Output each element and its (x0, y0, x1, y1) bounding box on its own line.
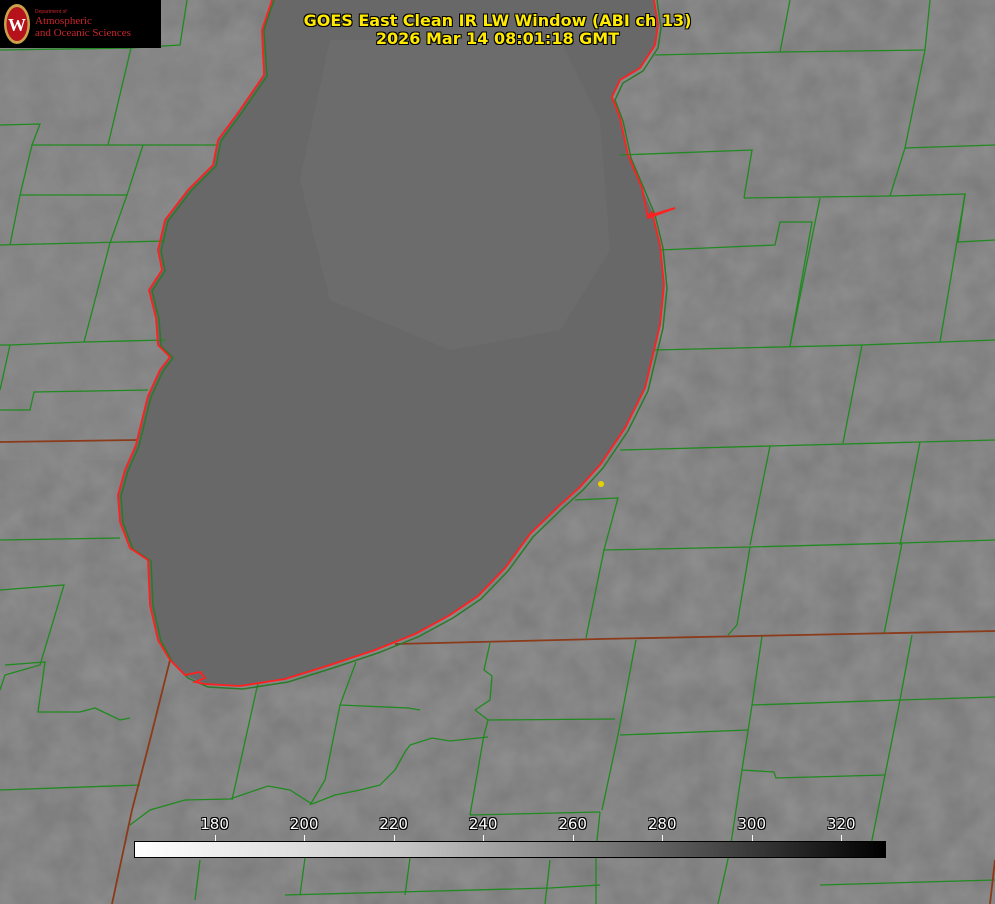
colorbar-tick-mark (752, 835, 753, 841)
logo-name-line2: and Oceanic Sciences (35, 27, 131, 39)
colorbar-tick-label: 180 (200, 815, 229, 833)
colorbar-tick-label: 280 (647, 815, 677, 833)
colorbar-tick-label: 260 (558, 815, 587, 833)
colorbar-tick-mark (394, 835, 395, 841)
satellite-image-viewer: GOES East Clean IR LW Window (ABI ch 13)… (0, 0, 995, 904)
temperature-colorbar (134, 841, 886, 858)
colorbar-tick-label: 220 (379, 815, 408, 833)
uw-crest-icon: W (4, 4, 30, 44)
colorbar-tick-mark (662, 835, 663, 841)
ir-satellite-map (0, 0, 995, 904)
colorbar-tick-label: 200 (289, 815, 319, 833)
colorbar-tick-mark (304, 835, 305, 841)
colorbar-tick-mark (573, 835, 574, 841)
colorbar-tick-label: 320 (826, 815, 856, 833)
colorbar-tick-mark (215, 835, 216, 841)
lake-texture (300, 40, 610, 350)
colorbar-tick-label: 240 (468, 815, 498, 833)
colorbar-tick-mark (841, 835, 842, 841)
crest-letter: W (8, 15, 26, 35)
logo-name-line1: Atmospheric (35, 15, 92, 27)
aos-logo[interactable]: W Department of Atmospheric and Oceanic … (0, 0, 161, 48)
colorbar-tick-label: 300 (737, 815, 767, 833)
location-marker (598, 481, 604, 487)
colorbar-tick-mark (483, 835, 484, 841)
